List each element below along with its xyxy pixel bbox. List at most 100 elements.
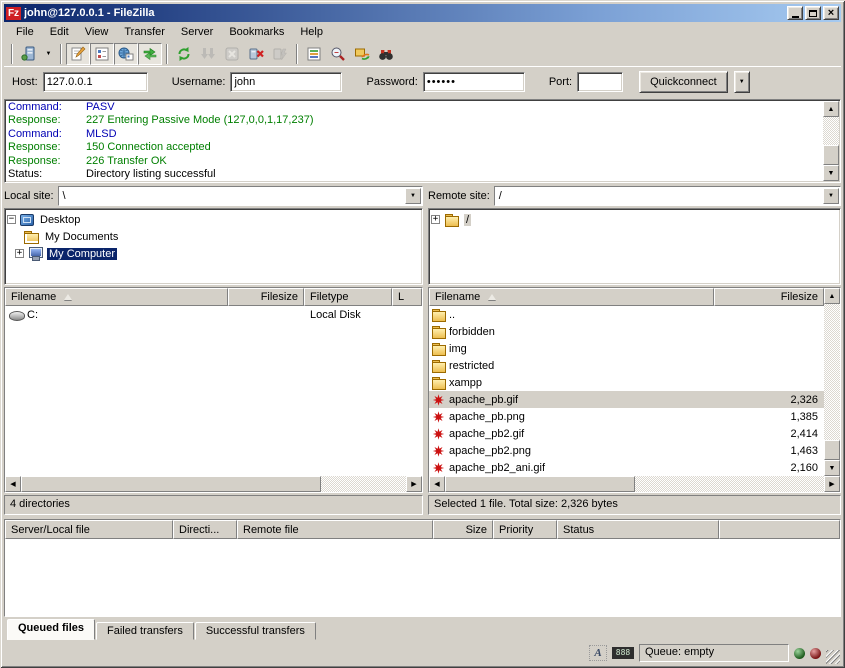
reconnect-button[interactable] [268, 43, 292, 65]
scroll-right-icon[interactable]: ▶ [824, 476, 840, 492]
log-line-text: 227 Entering Passive Mode (127,0,0,1,17,… [86, 114, 313, 127]
synchronized-browsing-button[interactable] [350, 43, 374, 65]
speed-limit-icon[interactable]: 888 [612, 647, 634, 659]
file-name: xampp [447, 377, 714, 389]
column-header-status[interactable]: Status [557, 520, 719, 539]
port-input[interactable] [577, 72, 623, 92]
file-row[interactable]: apache_pb2.png 1,463 [429, 442, 824, 459]
file-row[interactable]: C: Local Disk [5, 306, 422, 323]
file-row[interactable]: apache_pb.gif 2,326 [429, 391, 824, 408]
tab-queued-files[interactable]: Queued files [7, 619, 95, 640]
file-row[interactable]: xampp [429, 374, 824, 391]
log-scrollbar[interactable]: ▲ ▼ [823, 101, 839, 181]
chevron-down-icon[interactable]: ▼ [823, 188, 839, 204]
file-row[interactable]: img [429, 340, 824, 357]
password-input[interactable] [423, 72, 525, 92]
remote-site-combo[interactable]: / ▼ [494, 186, 841, 206]
process-queue-button[interactable] [196, 43, 220, 65]
queue-list[interactable] [5, 539, 840, 616]
column-header-remote-file[interactable]: Remote file [237, 520, 433, 539]
scroll-up-icon[interactable]: ▲ [823, 101, 839, 117]
scroll-left-icon[interactable]: ◀ [5, 476, 21, 492]
file-icon [431, 410, 447, 424]
expand-icon[interactable]: + [431, 215, 440, 224]
file-row[interactable]: apache_pb2_ani.gif 2,160 [429, 459, 824, 476]
menu-item[interactable]: Server [173, 24, 221, 40]
scroll-down-icon[interactable]: ▼ [823, 165, 839, 181]
transfer-type-icon[interactable]: A [589, 645, 607, 661]
refresh-button[interactable] [172, 43, 196, 65]
chevron-down-icon[interactable]: ▼ [405, 188, 421, 204]
file-icon [431, 342, 447, 356]
tree-item-my-documents[interactable]: My Documents [24, 228, 422, 245]
scroll-up-icon[interactable]: ▲ [824, 288, 840, 304]
scroll-thumb[interactable] [824, 440, 840, 460]
tree-item-root[interactable]: + / [431, 211, 840, 228]
minimize-button[interactable] [787, 6, 803, 20]
scroll-left-icon[interactable]: ◀ [429, 476, 445, 492]
cancel-button[interactable] [220, 43, 244, 65]
column-header-filename[interactable]: Filename [429, 288, 714, 306]
remote-horizontal-scrollbar[interactable]: ◀ ▶ [429, 476, 840, 492]
column-header-filetype[interactable]: Filetype [304, 288, 392, 306]
file-row[interactable]: apache_pb.png 1,385 [429, 408, 824, 425]
scroll-down-icon[interactable]: ▼ [824, 460, 840, 476]
username-input[interactable] [230, 72, 342, 92]
quickconnect-button[interactable]: Quickconnect [639, 71, 728, 93]
menu-item[interactable]: Bookmarks [221, 24, 292, 40]
menu-item[interactable]: Edit [42, 24, 77, 40]
file-row[interactable]: restricted [429, 357, 824, 374]
column-header-direction[interactable]: Directi... [173, 520, 237, 539]
column-header-lastmodified[interactable]: L [392, 288, 422, 306]
expand-icon[interactable]: + [15, 249, 24, 258]
site-manager-icon [21, 46, 37, 62]
toggle-remote-tree-button[interactable] [114, 43, 138, 65]
host-input[interactable] [43, 72, 148, 92]
column-header-filename[interactable]: Filename [5, 288, 228, 306]
toggle-message-log-button[interactable] [66, 43, 90, 65]
file-row[interactable]: apache_pb2.gif 2,414 [429, 425, 824, 442]
site-manager-button[interactable] [17, 43, 41, 65]
file-row[interactable]: forbidden [429, 323, 824, 340]
log-line-text: 226 Transfer OK [86, 155, 167, 168]
local-tree-icon [94, 46, 110, 62]
directory-comparison-button[interactable] [326, 43, 350, 65]
menu-item[interactable]: Help [292, 24, 331, 40]
column-header-size[interactable]: Size [433, 520, 493, 539]
menu-item[interactable]: File [8, 24, 42, 40]
tree-item-my-computer[interactable]: + My Computer [15, 245, 422, 262]
menu-item[interactable]: Transfer [116, 24, 173, 40]
local-site-combo[interactable]: \ ▼ [58, 186, 423, 206]
tree-item-desktop[interactable]: − Desktop [7, 211, 422, 228]
toggle-queue-button[interactable] [138, 43, 162, 65]
log-line-text: PASV [86, 101, 115, 114]
tab-failed-transfers[interactable]: Failed transfers [96, 622, 194, 640]
remote-vertical-scrollbar[interactable]: ▲ ▼ [824, 288, 840, 476]
toggle-local-tree-button[interactable] [90, 43, 114, 65]
local-horizontal-scrollbar[interactable]: ◀ ▶ [5, 476, 422, 492]
log-line-label: Response: [8, 141, 86, 154]
file-icon [431, 393, 447, 407]
close-button[interactable]: × [823, 6, 839, 20]
scroll-thumb[interactable] [445, 476, 635, 492]
maximize-button[interactable] [805, 6, 821, 20]
filter-icon [306, 46, 322, 62]
column-header-server-local-file[interactable]: Server/Local file [5, 520, 173, 539]
site-manager-dropdown-button[interactable]: ▼ [41, 43, 56, 65]
resize-grip[interactable] [826, 650, 840, 664]
titlebar[interactable]: Fz john@127.0.0.1 - FileZilla × [4, 4, 841, 22]
menu-item[interactable]: View [77, 24, 117, 40]
search-files-button[interactable] [374, 43, 398, 65]
quickconnect-dropdown-button[interactable]: ▼ [734, 71, 750, 93]
scroll-thumb[interactable] [823, 145, 839, 165]
scroll-right-icon[interactable]: ▶ [406, 476, 422, 492]
disconnect-button[interactable] [244, 43, 268, 65]
tab-successful-transfers[interactable]: Successful transfers [195, 622, 316, 640]
column-header-priority[interactable]: Priority [493, 520, 557, 539]
file-row[interactable]: .. [429, 306, 824, 323]
column-header-filesize[interactable]: Filesize [714, 288, 824, 306]
scroll-thumb[interactable] [21, 476, 321, 492]
collapse-icon[interactable]: − [7, 215, 16, 224]
column-header-filesize[interactable]: Filesize [228, 288, 304, 306]
filter-button[interactable] [302, 43, 326, 65]
